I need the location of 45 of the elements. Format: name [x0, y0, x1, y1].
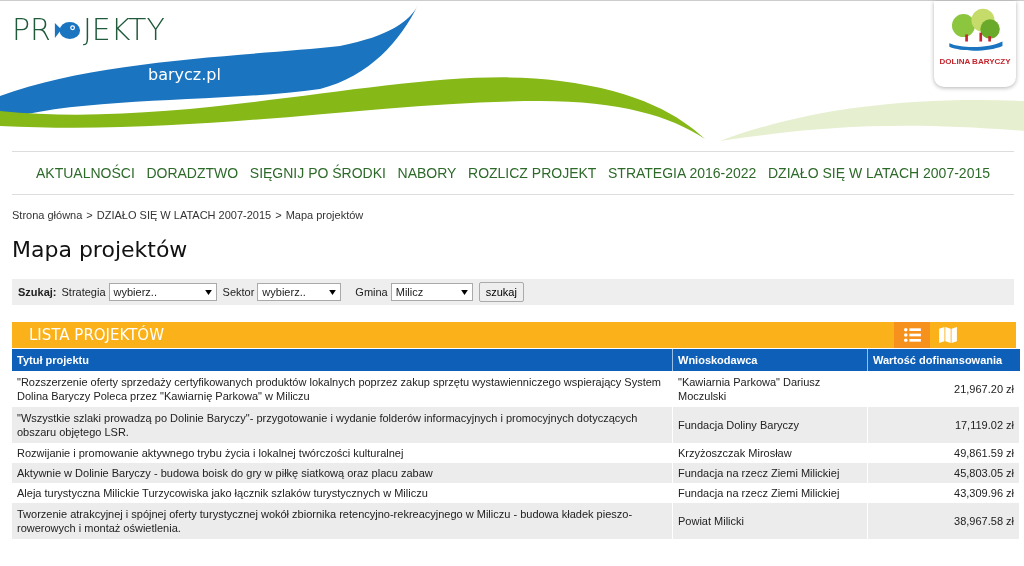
search-label: Szukaj: — [18, 286, 57, 298]
table-cell: Fundacja na rzecz Ziemi Milickiej — [672, 463, 868, 483]
breadcrumb-separator: > — [86, 209, 93, 221]
dropdown[interactable]: wybierz.. — [257, 283, 342, 301]
column-header[interactable]: Wnioskodawca — [672, 349, 868, 371]
logo-text[interactable]: JEKTY — [82, 13, 165, 47]
page-title: Mapa projektów — [12, 237, 189, 262]
map-icon — [939, 327, 957, 343]
nav-link[interactable]: STRATEGIA 2016-2022 — [608, 165, 757, 181]
logo-text[interactable]: PR — [12, 13, 51, 47]
table-cell: Powiat Milicki — [672, 503, 868, 539]
list-title: LISTA PROJEKTÓW — [28, 324, 164, 346]
view-toggle[interactable] — [894, 322, 930, 348]
fish-icon — [52, 19, 81, 41]
list-icon — [903, 327, 921, 343]
partner-logo[interactable]: DOLINA BARYCZY — [934, 1, 1016, 87]
caret-icon — [460, 289, 468, 295]
column-header[interactable]: Wartość dofinansowania — [867, 349, 1020, 371]
table-cell: Tworzenie atrakcyjnej i spójnej oferty turystycznej wokół zbiornika retencyjno-rekreacyjnego w Miliczu - budowa kładek pieszo-rowerowych i montaż oświetlenia. — [12, 503, 673, 539]
nav-link[interactable]: SIĘGNIJ PO ŚRODKI — [249, 165, 386, 181]
table-cell: Aktywnie w Dolinie Baryczy - budowa boisk do gry w piłkę siatkową oraz placu zabaw — [12, 463, 673, 483]
nav-link[interactable]: ROZLICZ PROJEKT — [468, 165, 597, 181]
table-cell: 17,119.02 zł — [867, 407, 1020, 443]
site-subtitle: barycz.pl — [148, 65, 221, 84]
table-cell: "Wszystkie szlaki prowadzą po Dolinie Baryczy"- przygotowanie i wydanie folderów informacyjnych i promocyjnych dotyczących obszaru objętego LSR. — [12, 407, 673, 443]
breadcrumb-link[interactable]: DZIAŁO SIĘ W LATACH 2007-2015 — [96, 209, 272, 221]
column-header[interactable]: Tytuł projektu — [12, 349, 673, 371]
nav-link[interactable]: AKTUALNOŚCI — [36, 165, 135, 181]
partner-name: DOLINA BARYCZY — [939, 57, 1011, 66]
filter-label: Strategia — [61, 286, 106, 298]
breadcrumb-link[interactable]: Strona główna — [12, 209, 83, 221]
nav-link[interactable]: DORADZTWO — [146, 165, 239, 181]
breadcrumb-separator: > — [275, 209, 282, 221]
caret-icon — [329, 289, 337, 295]
table-cell: Fundacja Doliny Baryczy — [672, 407, 868, 443]
caret-icon — [204, 289, 212, 295]
nav-link[interactable]: DZIAŁO SIĘ W LATACH 2007-2015 — [768, 165, 990, 181]
nav-link[interactable]: NABORY — [397, 165, 457, 181]
table-cell: 38,967.58 zł — [867, 503, 1020, 539]
dropdown[interactable]: Milicz — [390, 283, 473, 301]
table-cell: 45,803.05 zł — [867, 463, 1020, 483]
filter-label: Sektor — [222, 286, 255, 298]
filter-label: Gmina — [355, 286, 388, 298]
search-button[interactable]: szukaj — [478, 282, 524, 302]
dropdown[interactable]: wybierz.. — [108, 283, 217, 301]
